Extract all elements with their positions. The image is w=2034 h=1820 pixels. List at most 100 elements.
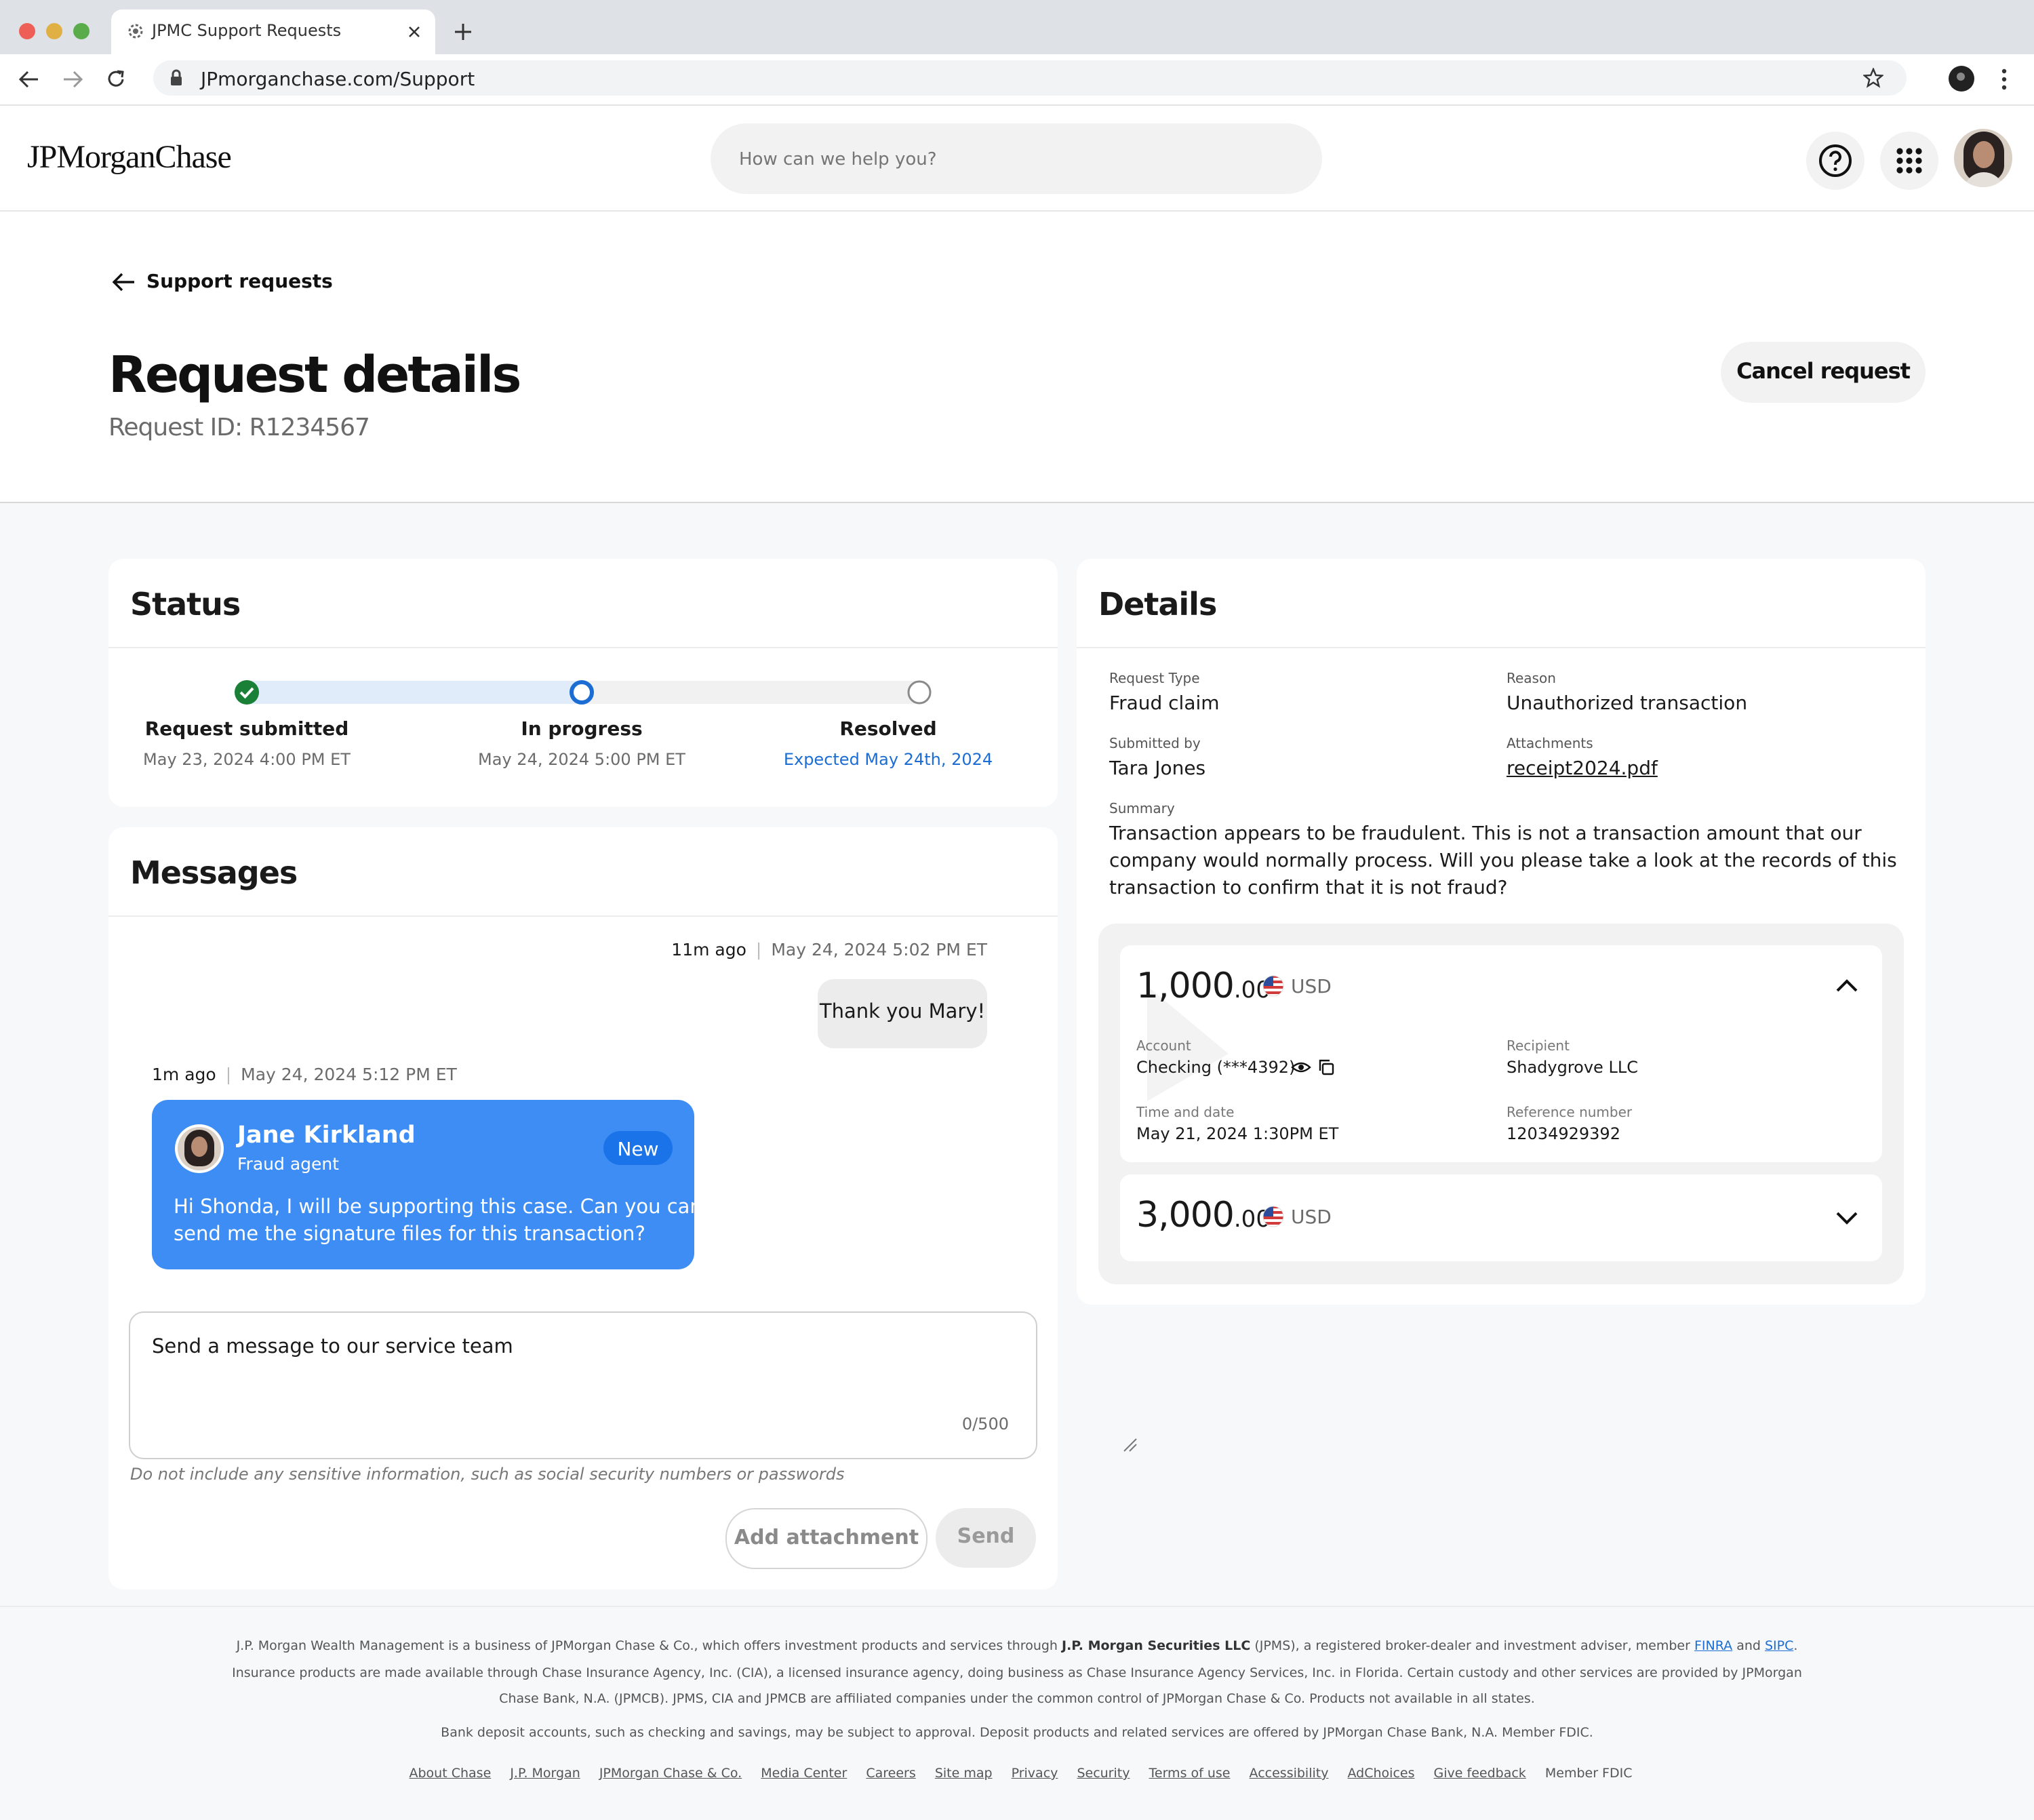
step-date: May 23, 2024 4:00 PM ET [143,750,351,769]
browser-tab-strip: JPMC Support Requests [0,0,2034,54]
footer-text: and [1732,1638,1765,1653]
reference-value: 12034929392 [1507,1124,1620,1143]
browser-menu-icon[interactable] [1997,66,2011,92]
back-arrow-icon[interactable] [18,68,41,90]
request-id: Request ID: R1234567 [108,414,370,441]
footer-link[interactable]: Careers [866,1766,915,1781]
search-bar[interactable] [711,123,1322,194]
back-arrow-icon [112,273,134,292]
footer-link[interactable]: Site map [935,1766,993,1781]
footer-text-bold: J.P. Morgan Securities LLC [1062,1638,1251,1653]
agent-role: Fraud agent [237,1154,340,1174]
logo[interactable]: JPMorganChase [27,138,232,176]
summary-text: company would normally process. Will you… [1109,849,1897,871]
browser-tab[interactable]: JPMC Support Requests [111,9,435,54]
footer-link[interactable]: Accessibility [1250,1766,1329,1781]
sipc-link[interactable]: SIPC [1765,1638,1793,1653]
finra-link[interactable]: FINRA [1694,1638,1732,1653]
close-tab-icon[interactable] [407,24,422,39]
add-attachment-button[interactable]: Add attachment [725,1508,928,1569]
send-label: Send [957,1524,1015,1548]
maximize-window-button[interactable] [73,23,89,39]
bookmark-star-icon[interactable] [1863,68,1883,88]
browser-profile-icon[interactable] [1949,66,1974,92]
transaction-amount: 1,000.00 [1136,966,1271,1006]
character-counter: 0/500 [961,1415,1009,1433]
pending-circle-icon [907,680,932,705]
footer-link[interactable]: About Chase [410,1766,492,1781]
footer-link[interactable]: J.P. Morgan [510,1766,580,1781]
attachment-link[interactable]: receipt2024.pdf [1507,757,1658,779]
time-value: May 21, 2024 1:30PM ET [1136,1124,1339,1143]
recipient-value: Shadygrove LLC [1507,1058,1638,1077]
reload-icon[interactable] [104,68,127,91]
summary-text: Transaction appears to be fraudulent. Th… [1109,822,1862,844]
submitted-by-value: Tara Jones [1109,757,1206,779]
user-avatar[interactable] [1954,129,2012,187]
eye-icon[interactable] [1291,1059,1311,1075]
footer: J.P. Morgan Wealth Management is a busin… [0,1606,2034,1820]
footer-link[interactable]: JPMorgan Chase & Co. [599,1766,742,1781]
message-text: send me the signature files for this tra… [174,1222,645,1245]
copy-icon[interactable] [1317,1058,1336,1077]
agent-avatar [175,1124,224,1173]
resize-handle-icon[interactable] [1121,1436,1139,1454]
lock-icon [171,69,182,85]
new-tab-icon[interactable] [453,22,473,42]
time-label: Time and date [1136,1104,1235,1120]
request-type-value: Fraud claim [1109,692,1220,714]
question-circle-icon [1819,144,1852,177]
agent-name: Jane Kirkland [237,1122,416,1149]
request-type-label: Request Type [1109,670,1200,686]
transaction-card[interactable]: 3,000.00 USD [1120,1174,1882,1261]
message-timestamp: May 24, 2024 5:02 PM ET [771,940,987,960]
footer-text: (JPMS), a registered broker-dealer and i… [1250,1638,1694,1653]
search-input[interactable] [738,145,1283,174]
close-window-button[interactable] [19,23,35,39]
currency-code: USD [1291,1206,1332,1228]
submitted-by-label: Submitted by [1109,735,1201,751]
transaction-card: 1,000.00 USD Account Checking (***4392) [1120,945,1882,1162]
footer-link[interactable]: Terms of use [1149,1766,1231,1781]
step-date: May 24, 2024 5:00 PM ET [478,750,685,769]
sensitive-info-hint: Do not include any sensitive information… [130,1465,845,1484]
cancel-request-button[interactable]: Cancel request [1721,342,1926,403]
chevron-up-icon[interactable] [1835,976,1859,994]
footer-link[interactable]: Give feedback [1434,1766,1526,1781]
url-field[interactable]: JPmorganchase.com/Support [153,60,1907,96]
message-meta: 1m ago | May 24, 2024 5:12 PM ET [152,1065,457,1084]
messages-card: Messages 11m ago | May 24, 2024 5:02 PM ET… [108,827,1058,1589]
step-label: In progress [521,717,643,740]
message-text: Hi Shonda, I will be supporting this cas… [174,1195,702,1218]
new-badge: New [603,1131,673,1165]
summary-text: transaction to confirm that it is not fr… [1109,876,1508,898]
forward-arrow-icon[interactable] [61,68,84,90]
message-textarea[interactable]: Send a message to our service team 0/500 [129,1311,1037,1459]
account-value: Checking (***4392) [1136,1058,1296,1077]
new-badge-label: New [617,1138,659,1160]
details-title: Details [1098,586,1217,622]
us-flag-icon [1262,1206,1284,1227]
step-label: Request submitted [144,717,349,740]
help-button[interactable] [1806,132,1865,190]
address-bar: JPmorganchase.com/Support [0,54,2034,106]
check-circle-icon [235,680,259,705]
step-date: Expected May 24th, 2024 [783,750,993,769]
footer-link[interactable]: Security [1077,1766,1130,1781]
footer-link[interactable]: Privacy [1012,1766,1058,1781]
minimize-window-button[interactable] [46,23,62,39]
messages-title: Messages [130,854,298,891]
url-text: JPmorganchase.com/Support [201,68,475,90]
back-link-label: Support requests [146,270,333,292]
footer-link[interactable]: Media Center [761,1766,847,1781]
reason-value: Unauthorized transaction [1507,692,1748,714]
send-button[interactable]: Send [936,1508,1036,1568]
recipient-label: Recipient [1507,1037,1570,1054]
details-card: Details Request Type Fraud claim Reason … [1077,559,1926,1305]
apps-button[interactable] [1880,132,1938,190]
chevron-down-icon[interactable] [1835,1210,1859,1227]
footer-link[interactable]: AdChoices [1348,1766,1415,1781]
account-label: Account [1136,1037,1191,1054]
transactions-panel: 1,000.00 USD Account Checking (***4392) [1098,924,1904,1284]
member-fdic: Member FDIC [1544,1766,1633,1781]
